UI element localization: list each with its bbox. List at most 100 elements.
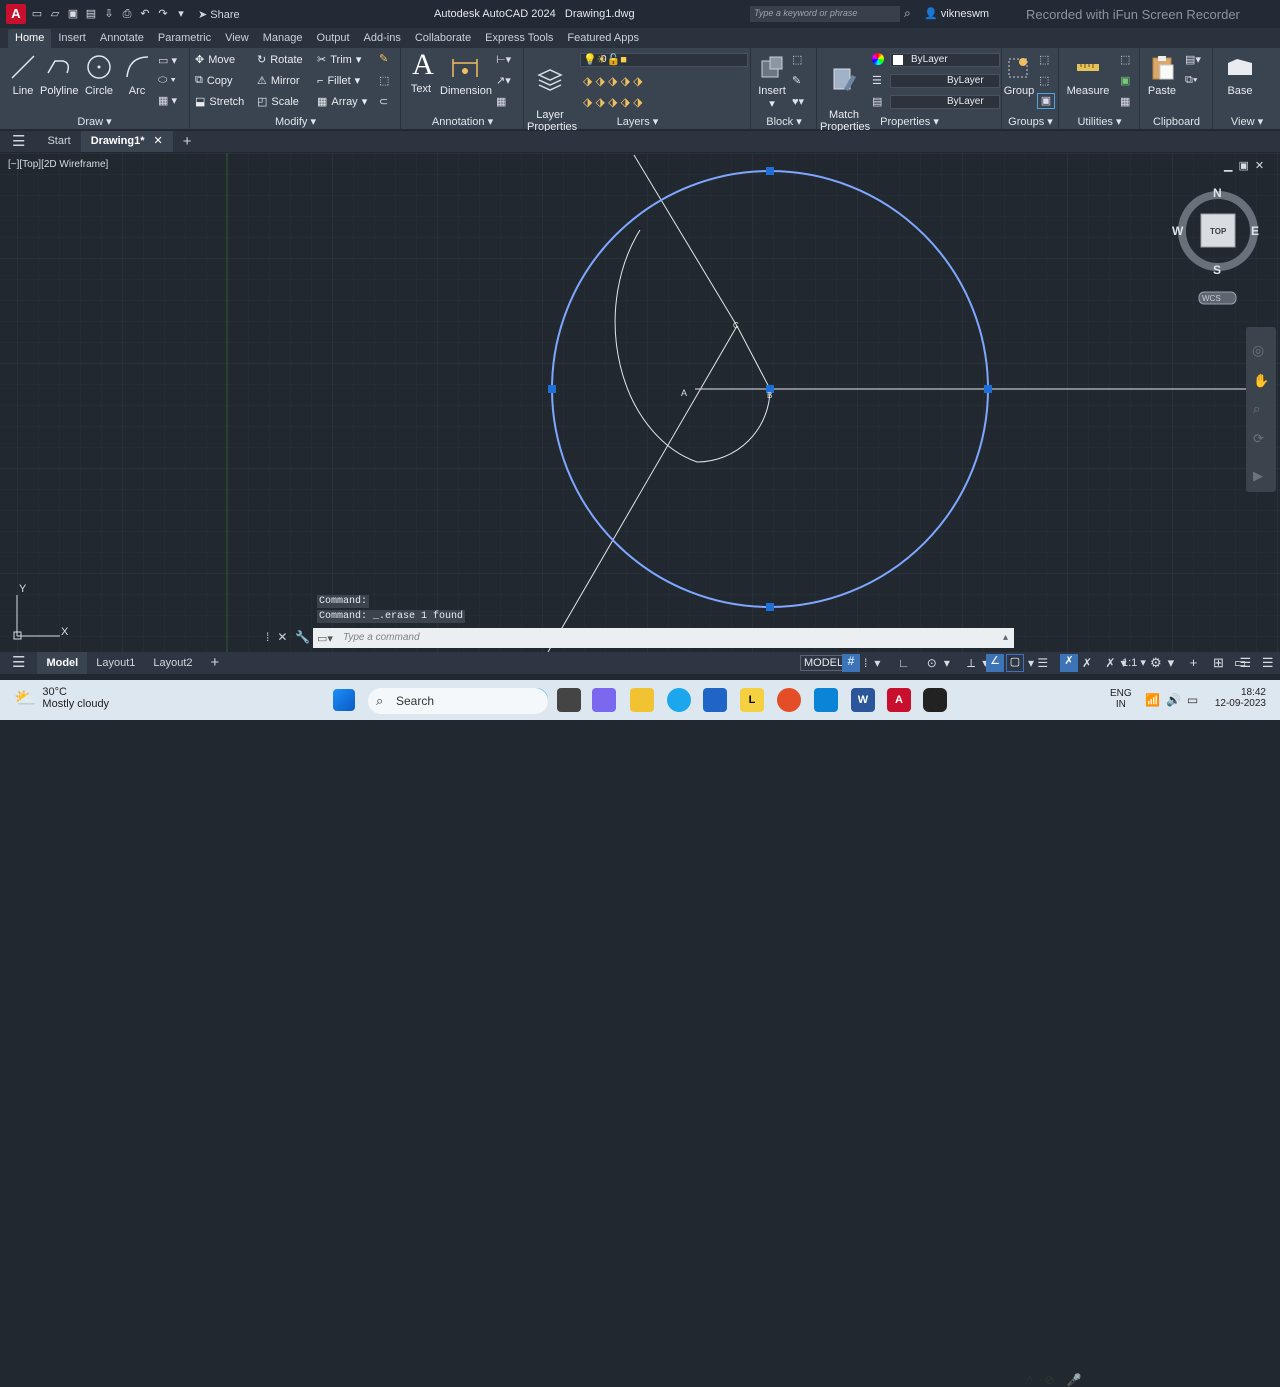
help-search-input[interactable]: Type a keyword or phrase	[750, 6, 900, 22]
explode-icon[interactable]: ⬚	[379, 74, 389, 87]
windows-start-icon[interactable]	[333, 689, 355, 711]
tray-icons[interactable]: ^⊘🎤	[1027, 1373, 1094, 1387]
offset-icon[interactable]: ⊂	[379, 95, 388, 108]
tab-collaborate[interactable]: Collaborate	[408, 29, 478, 48]
grip-top[interactable]	[766, 167, 774, 175]
compass-n[interactable]: N	[1213, 186, 1222, 200]
group-selection-icon[interactable]: ▣	[1037, 93, 1055, 109]
tab-output[interactable]: Output	[310, 29, 357, 48]
command-input[interactable]: Type a command	[313, 628, 1014, 648]
close-command-icon[interactable]: ✕	[277, 630, 287, 644]
add-layout-icon[interactable]: +	[202, 652, 229, 674]
color-dropdown[interactable]: ByLayer	[890, 53, 1000, 67]
tab-home[interactable]: Home	[8, 29, 52, 48]
fillet-button[interactable]: ⌐ Fillet ▾	[317, 74, 360, 88]
layer-tools-row2-icon[interactable]: ⬗ ⬗ ⬗ ⬗ ⬗	[583, 95, 642, 109]
outlook-icon[interactable]	[814, 688, 838, 712]
fullscreen-icons[interactable]: ▭ ☰	[1234, 655, 1280, 671]
taskbar-search[interactable]: Search	[368, 688, 548, 714]
file-explorer-icon[interactable]	[630, 688, 654, 712]
grip-right[interactable]	[984, 385, 992, 393]
paste-button[interactable]: Paste	[1145, 52, 1179, 97]
grid-toggle-icon[interactable]: #	[842, 654, 860, 672]
layers-panel-title[interactable]: Layers ▾	[525, 115, 750, 128]
isodraft-icon[interactable]: ∠	[986, 654, 1004, 672]
rectangle-icon[interactable]: ▭ ▾	[158, 54, 177, 67]
tab-express-tools[interactable]: Express Tools	[478, 29, 560, 48]
task-view-icon[interactable]	[557, 688, 581, 712]
zoom-icon[interactable]: ⌕	[1253, 402, 1260, 417]
stretch-button[interactable]: ⬓ Stretch	[195, 95, 244, 109]
new-file-icon[interactable]: ▭	[30, 7, 44, 21]
model-space-toggle[interactable]: MODEL	[800, 655, 848, 671]
lineweight-icon[interactable]: ▤	[872, 95, 882, 108]
rotate-button[interactable]: ↻ Rotate	[257, 53, 303, 67]
weather-widget[interactable]: ⛅ 30°C Mostly cloudy	[14, 686, 109, 710]
recorder-icon[interactable]	[923, 688, 947, 712]
scale-button[interactable]: ◰ Scale	[257, 95, 299, 109]
osnap-icon[interactable]: ▢	[1006, 654, 1024, 672]
text-button[interactable]: A Text	[408, 48, 434, 95]
tab-manage[interactable]: Manage	[256, 29, 310, 48]
lineweight-toggle-icon[interactable]: ▾ ☰	[1028, 656, 1048, 670]
base-button[interactable]: Base	[1220, 52, 1260, 97]
teams-chat-icon[interactable]	[592, 688, 616, 712]
compass-w[interactable]: W	[1172, 224, 1184, 238]
calculator-icon[interactable]: ▦	[1120, 95, 1130, 108]
showmotion-icon[interactable]: ▶	[1253, 469, 1263, 484]
lineweight-dropdown[interactable]: ByLayer	[890, 95, 1000, 109]
grip-left[interactable]	[548, 385, 556, 393]
mirror-button[interactable]: ⚠ Mirror	[257, 74, 300, 88]
table-icon[interactable]: ▦	[496, 95, 506, 108]
arc-button[interactable]: Arc	[122, 52, 152, 97]
tab-featured-apps[interactable]: Featured Apps	[560, 29, 646, 48]
user-account[interactable]: 👤 vikneswm	[924, 7, 989, 20]
autocad-taskbar-icon[interactable]: A	[887, 688, 911, 712]
layout1-tab[interactable]: Layout1	[87, 652, 144, 674]
group-edit-icon[interactable]: ⬚	[1039, 74, 1049, 87]
edit-block-icon[interactable]: ✎	[792, 74, 801, 87]
linear-dim-icon[interactable]: ⊢▾	[496, 53, 511, 66]
autocad-logo-icon[interactable]: A	[6, 4, 26, 24]
attributes-icon[interactable]: ♥▾	[792, 95, 804, 108]
insert-button[interactable]: Insert ▾	[754, 52, 790, 110]
cut-icon[interactable]: ▤▾	[1185, 53, 1201, 66]
groups-panel-title[interactable]: Groups ▾	[1003, 115, 1058, 128]
tab-annotate[interactable]: Annotate	[93, 29, 151, 48]
layout2-tab[interactable]: Layout2	[144, 652, 201, 674]
redo-icon[interactable]: ↷	[156, 7, 170, 21]
save-as-icon[interactable]: ▤	[84, 7, 98, 21]
plot-icon[interactable]: ⎙	[120, 7, 134, 21]
dimension-button[interactable]: Dimension	[440, 52, 492, 97]
grip-handle-icon[interactable]: ⁞	[266, 630, 269, 644]
compass-s[interactable]: S	[1213, 263, 1221, 277]
view-panel-title[interactable]: View ▾	[1214, 115, 1280, 128]
steering-wheel-icon[interactable]: ◎	[1252, 343, 1264, 359]
start-tab[interactable]: Start	[37, 131, 80, 152]
drafting-toggles[interactable]: ⁞▾ ∟ ⊙▾ ⟂▾	[864, 656, 995, 671]
pan-icon[interactable]: ✋	[1253, 373, 1269, 389]
draw-panel-title[interactable]: Draw ▾	[0, 115, 189, 128]
viewport-window-controls[interactable]: ▁▣✕	[1224, 159, 1270, 172]
annotation-scale[interactable]: 1:1 ▾	[1122, 656, 1146, 669]
array-button[interactable]: ▦ Array ▾	[317, 95, 367, 109]
annotation-panel-title[interactable]: Annotation ▾	[402, 115, 523, 128]
layer-tools-row1-icon[interactable]: ⬗ ⬗ ⬗ ⬗ ⬗	[583, 74, 642, 88]
modify-panel-title[interactable]: Modify ▾	[191, 115, 400, 128]
viewport-controls-label[interactable]: [−][Top][2D Wireframe]	[8, 159, 108, 170]
search-icon[interactable]: ⌕	[904, 6, 911, 21]
web-mobile-icon[interactable]: ⇩	[102, 7, 116, 21]
share-button[interactable]: ➤ Share	[198, 8, 240, 21]
open-folder-icon[interactable]: ▱	[48, 7, 62, 21]
language-indicator[interactable]: ENG IN	[1110, 688, 1132, 710]
clock[interactable]: 18:42 12-09-2023	[1206, 687, 1266, 709]
menu-hamburger-icon[interactable]: ☰	[0, 131, 37, 152]
tab-parametric[interactable]: Parametric	[151, 29, 218, 48]
customize-wrench-icon[interactable]: 🔧	[295, 630, 310, 644]
edge-browser-icon[interactable]	[667, 688, 691, 712]
measure-button[interactable]: Measure	[1066, 52, 1110, 97]
id-point-icon[interactable]: ▣	[1120, 74, 1130, 87]
compass-e[interactable]: E	[1251, 224, 1259, 238]
drawing-canvas[interactable]: A B C Y X TOP N S E W WCS ◎ ✋ ⌕ ⟳ ▶	[0, 153, 1280, 652]
word-icon[interactable]: W	[851, 688, 875, 712]
